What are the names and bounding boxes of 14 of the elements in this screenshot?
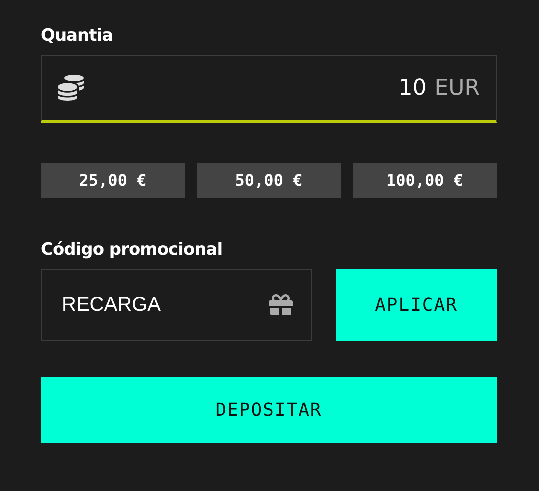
promo-code-field[interactable]: RECARGA — [41, 269, 312, 341]
promo-code-value: RECARGA — [62, 294, 161, 316]
amount-field[interactable]: 10 EUR — [41, 55, 497, 123]
preset-amount-button[interactable]: 100,00 € — [353, 163, 497, 198]
currency-unit: EUR — [434, 76, 480, 100]
amount-value: 10 — [398, 76, 427, 100]
apply-button[interactable]: APLICAR — [336, 269, 497, 341]
coins-icon — [58, 75, 84, 101]
promo-code-label: Código promocional — [41, 240, 223, 260]
amount-label: Quantia — [41, 26, 114, 46]
deposit-button[interactable]: DEPOSITAR — [41, 377, 497, 443]
gift-icon — [269, 293, 293, 317]
preset-amount-button[interactable]: 25,00 € — [41, 163, 185, 198]
preset-amount-button[interactable]: 50,00 € — [197, 163, 341, 198]
